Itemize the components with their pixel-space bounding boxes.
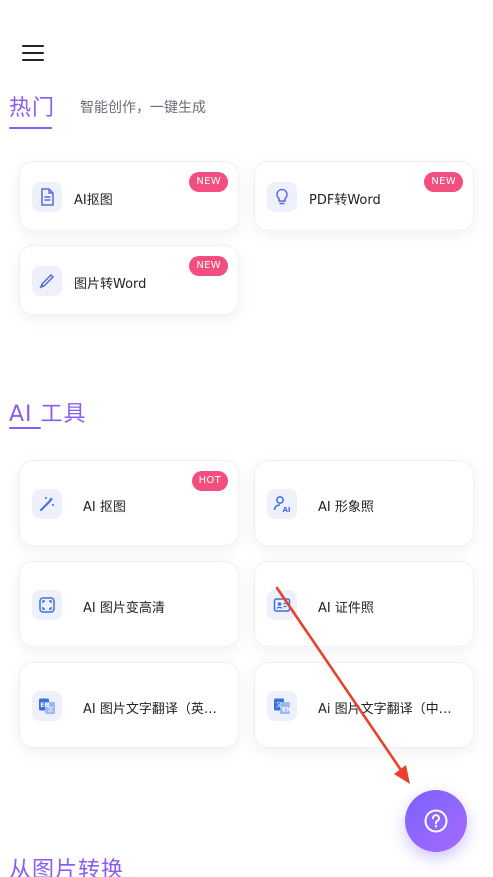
- hot-section-title: 热门: [9, 96, 56, 121]
- card-image-to-word[interactable]: 图片转Word NEW: [19, 245, 239, 315]
- card-label: 图片转Word: [74, 277, 147, 292]
- card-ai-cutout-hot[interactable]: AI抠图 NEW: [19, 161, 239, 231]
- card-ai-id-photo[interactable]: AI 证件照: [254, 561, 474, 647]
- card-pdf-to-word[interactable]: PDF转Word NEW: [254, 161, 474, 231]
- lightbulb-icon: [267, 182, 297, 212]
- card-label: PDF转Word: [309, 193, 381, 208]
- translate-zh-icon: 文 EN: [267, 691, 297, 721]
- card-ai-portrait[interactable]: AI AI 形象照: [254, 460, 474, 546]
- from-image-section-title: 从图片转换: [9, 858, 125, 877]
- hot-title-underline: [9, 127, 52, 129]
- card-label: AI抠图: [74, 193, 113, 208]
- ai-tools-title-underline: [9, 427, 41, 429]
- help-button[interactable]: [405, 790, 467, 852]
- document-icon: [32, 182, 62, 212]
- ai-tools-section-title: AI 工具: [9, 402, 87, 427]
- card-ai-cutout[interactable]: AI 抠图 HOT: [19, 460, 239, 546]
- new-badge: NEW: [189, 256, 228, 276]
- card-ai-enhance[interactable]: AI 图片变高清: [19, 561, 239, 647]
- card-label: AI 图片变高清: [83, 601, 165, 616]
- id-photo-icon: [267, 590, 297, 620]
- menu-button[interactable]: [22, 45, 44, 63]
- pen-icon: [32, 266, 62, 296]
- hamburger-menu-icon: [22, 45, 44, 48]
- hot-badge: HOT: [191, 471, 228, 491]
- translate-en-icon: EN 文: [32, 691, 62, 721]
- magic-wand-icon: [32, 489, 62, 519]
- card-ai-translate-en[interactable]: EN 文 AI 图片文字翻译（英…: [19, 662, 239, 748]
- card-label: AI 抠图: [83, 500, 126, 515]
- svg-text:AI: AI: [283, 506, 291, 514]
- new-badge: NEW: [424, 172, 463, 192]
- card-label: AI 图片文字翻译（英…: [83, 702, 217, 717]
- enhance-frame-icon: [32, 590, 62, 620]
- new-badge: NEW: [189, 172, 228, 192]
- card-label: AI 证件照: [318, 601, 374, 616]
- svg-text:EN: EN: [282, 707, 291, 714]
- hot-section-subtitle: 智能创作，一键生成: [80, 100, 206, 116]
- card-label: AI 形象照: [318, 500, 374, 515]
- ai-portrait-icon: AI: [267, 489, 297, 519]
- card-ai-translate-zh[interactable]: 文 EN Ai 图片文字翻译（中…: [254, 662, 474, 748]
- help-question-icon: [424, 809, 448, 833]
- card-label: Ai 图片文字翻译（中…: [318, 702, 452, 717]
- svg-text:文: 文: [48, 706, 54, 714]
